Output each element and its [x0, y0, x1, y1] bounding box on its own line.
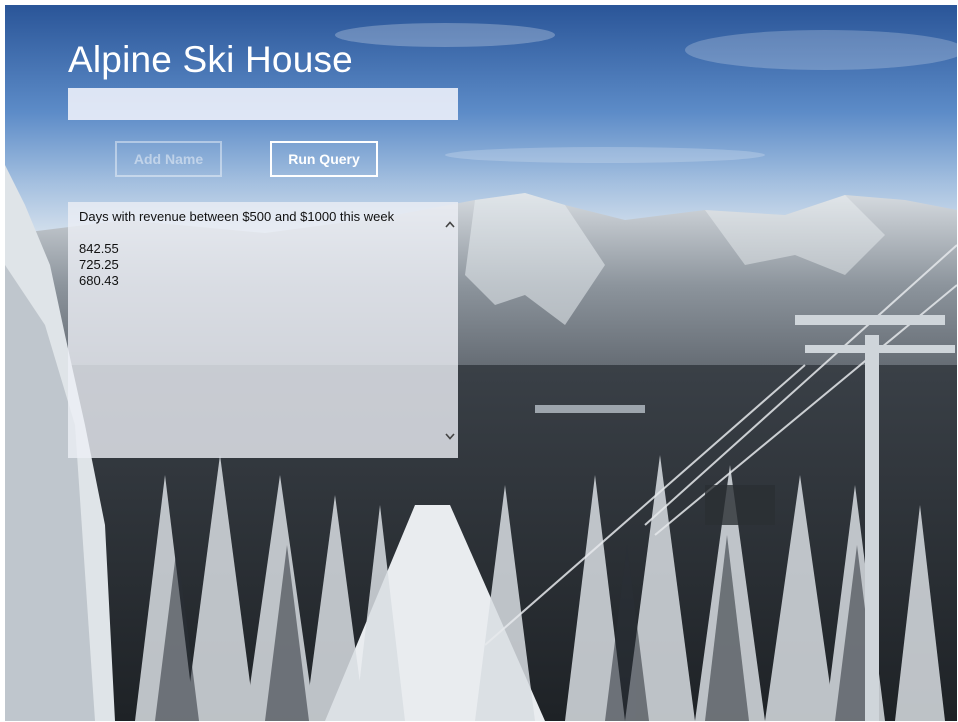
results-header: Days with revenue between $500 and $1000…	[79, 209, 395, 224]
results-list: 842.55 725.25 680.43	[79, 241, 434, 289]
results-content: Days with revenue between $500 and $1000…	[79, 209, 434, 289]
add-name-button[interactable]: Add Name	[115, 141, 222, 177]
run-query-button[interactable]: Run Query	[270, 141, 378, 177]
page-title: Alpine Ski House	[68, 39, 353, 80]
name-input[interactable]	[68, 88, 458, 120]
result-value: 725.25	[79, 257, 119, 272]
results-panel[interactable]: Days with revenue between $500 and $1000…	[68, 202, 458, 458]
chevron-down-icon[interactable]	[442, 428, 458, 444]
app-window: Alpine Ski House Add Name Run Query Days…	[5, 5, 957, 721]
results-scrollbar[interactable]	[442, 202, 458, 458]
result-value: 842.55	[79, 241, 119, 256]
result-value: 680.43	[79, 273, 119, 288]
chevron-up-icon[interactable]	[442, 216, 458, 232]
